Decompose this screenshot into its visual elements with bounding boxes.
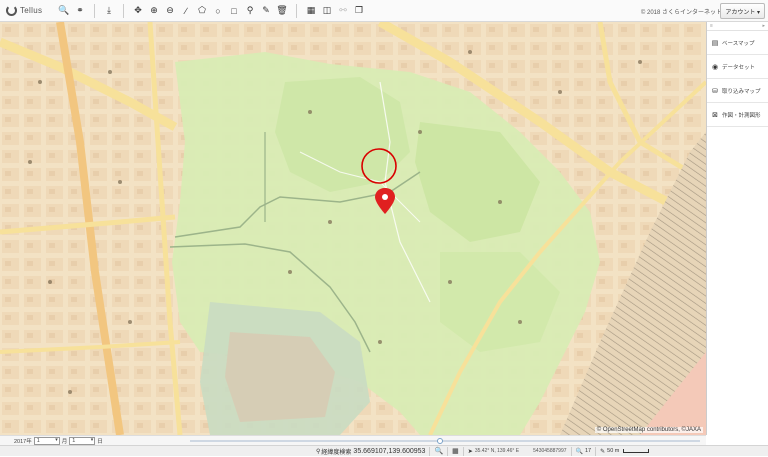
time-slider-thumb[interactable] xyxy=(436,438,443,444)
split-view-button[interactable]: ◫ xyxy=(320,3,335,18)
move-button[interactable]: ✥ xyxy=(131,3,146,18)
month-value: 1 xyxy=(36,437,40,444)
search-coordinate-icon[interactable]: 🔍 xyxy=(434,447,443,455)
circle-draw-icon: ○ xyxy=(215,5,221,16)
edit-icon: ✎ xyxy=(262,5,270,15)
edit-button[interactable]: ✎ xyxy=(259,3,274,18)
toolbar-separator xyxy=(123,3,124,18)
binoculars-button[interactable]: ⚭ xyxy=(73,3,88,18)
rectangle-draw-icon: □ xyxy=(231,5,237,16)
panel-item-label: 取り込みマップ xyxy=(722,88,761,95)
year-label: 2017年 xyxy=(14,438,32,445)
map-view[interactable]: © OpenStreetMap contributors, ©JAXA xyxy=(0,22,706,435)
mesh-code: 543045887997 xyxy=(533,448,567,454)
divider xyxy=(570,446,572,456)
panel-header: ≡ ▸ xyxy=(707,22,768,31)
copyright-text: © 2018 さくらインターネット xyxy=(640,10,722,16)
latlon-dms: 35.42° N, 139.46° E xyxy=(474,448,520,454)
scale-label: 50 m xyxy=(607,448,620,454)
download-icon: ⤓ xyxy=(107,5,111,15)
move-icon: ✥ xyxy=(134,5,142,15)
search-button[interactable]: 🔍 xyxy=(57,3,72,18)
app-logo[interactable]: Tellus xyxy=(0,0,50,22)
zoom-level: 17 xyxy=(585,448,592,454)
line-draw-icon: ∕ xyxy=(185,5,187,16)
zoom-in-button[interactable]: ⊕ xyxy=(147,3,162,18)
marker-icon: ⚲ xyxy=(246,5,254,15)
coordinate-label: 経緯度検索 xyxy=(321,449,352,456)
logo-mark-icon xyxy=(6,5,17,16)
calendar-button[interactable]: ▦ xyxy=(304,3,319,18)
grid-icon[interactable]: ▦ xyxy=(452,447,459,455)
time-bar: 2017年 1 月 1 日 xyxy=(0,435,706,445)
panel-item-dataset[interactable]: ◉ データセット xyxy=(707,55,768,79)
dataset-icon: ◉ xyxy=(711,63,719,71)
account-button[interactable]: アカウント ▾ xyxy=(720,3,765,19)
toolbar-tools: 🔍 ⚭ ⤓ ✥ ⊕ ⊖ ∕ ⬠ ○ □ ⚲ ✎ 🗑 ▦ ◫ ⚯ ❐ xyxy=(56,3,367,18)
panel-items: ▤ ベースマップ ◉ データセット ⛁ 取り込みマップ ⊠ 作図・計測図形 xyxy=(707,31,768,127)
coordinate-value[interactable]: 35.669107,139.600953 xyxy=(353,448,425,455)
rectangle-draw-button[interactable]: □ xyxy=(227,3,242,18)
layer-panel: ≡ ▸ ▤ ベースマップ ◉ データセット ⛁ 取り込みマップ ⊠ 作図・計測図形 xyxy=(706,22,768,435)
base-map-icon: ▤ xyxy=(711,39,719,47)
panel-item-label: データセット xyxy=(722,64,756,71)
top-toolbar: Tellus 🔍 ⚭ ⤓ ✥ ⊕ ⊖ ∕ ⬠ ○ □ ⚲ ✎ 🗑 ▦ ◫ ⚯ ❐ © 2018 さくらインターネ… xyxy=(0,0,768,22)
panel-item-base-map[interactable]: ▤ ベースマップ xyxy=(707,31,768,55)
day-value: 1 xyxy=(72,437,76,444)
layers-copy-icon: ❐ xyxy=(354,5,364,15)
divider xyxy=(447,446,449,456)
app-name: Tellus xyxy=(20,6,43,15)
link-icon: ⚯ xyxy=(339,5,347,15)
import-map-icon: ⛁ xyxy=(712,87,718,95)
download-button[interactable]: ⤓ xyxy=(102,3,117,18)
time-slider[interactable] xyxy=(190,438,700,444)
link-button: ⚯ xyxy=(336,3,351,18)
day-select[interactable]: 1 xyxy=(69,436,96,445)
panel-collapse-icon[interactable]: ▸ xyxy=(762,23,765,29)
divider xyxy=(429,446,431,456)
cursor-icon: ➤ xyxy=(467,448,473,455)
polygon-draw-button[interactable]: ⬠ xyxy=(195,3,210,18)
trash-button[interactable]: 🗑 xyxy=(275,3,290,18)
panel-item-drawing[interactable]: ⊠ 作図・計測図形 xyxy=(707,103,768,127)
divider xyxy=(595,446,597,456)
month-select[interactable]: 1 xyxy=(33,436,60,445)
toolbar-separator xyxy=(94,3,95,18)
polygon-draw-icon: ⬠ xyxy=(198,5,206,15)
circle-draw-button[interactable]: ○ xyxy=(211,3,226,18)
scale-bar xyxy=(623,449,650,453)
month-unit: 月 xyxy=(61,438,68,445)
toolbar-separator xyxy=(296,3,297,18)
map-canvas[interactable] xyxy=(0,22,706,435)
panel-menu-icon[interactable]: ≡ xyxy=(710,23,713,29)
panel-item-import-map[interactable]: ⛁ 取り込みマップ xyxy=(707,79,768,103)
divider xyxy=(462,446,464,456)
panel-item-label: ベースマップ xyxy=(722,40,755,47)
zoom-icon: 🔍 xyxy=(575,448,583,455)
zoom-in-icon: ⊕ xyxy=(150,5,158,15)
day-unit: 日 xyxy=(97,438,103,445)
status-bar: ⚲ 経緯度検索 35.669107,139.600953 🔍 ▦ ➤ 35.42… xyxy=(0,445,768,456)
coordinate-search[interactable]: ⚲ 経緯度検索 35.669107,139.600953 xyxy=(316,446,425,457)
binoculars-icon: ⚭ xyxy=(76,5,84,15)
pin-icon: ⚲ xyxy=(316,448,321,455)
zoom-out-button[interactable]: ⊖ xyxy=(163,3,178,18)
trash-icon: 🗑 xyxy=(276,5,288,15)
map-attribution: © OpenStreetMap contributors, ©JAXA xyxy=(594,427,703,433)
marker-button[interactable]: ⚲ xyxy=(243,3,258,18)
calendar-icon: ▦ xyxy=(306,5,316,15)
zoom-out-icon: ⊖ xyxy=(166,5,174,15)
line-draw-button[interactable]: ∕ xyxy=(179,3,194,18)
search-icon: 🔍 xyxy=(58,5,70,15)
layers-copy-button[interactable]: ❐ xyxy=(352,3,367,18)
split-view-icon: ◫ xyxy=(322,5,332,15)
ruler-icon: ✎ xyxy=(600,448,606,455)
panel-item-label: 作図・計測図形 xyxy=(722,112,761,119)
drawing-icon: ⊠ xyxy=(712,111,718,119)
